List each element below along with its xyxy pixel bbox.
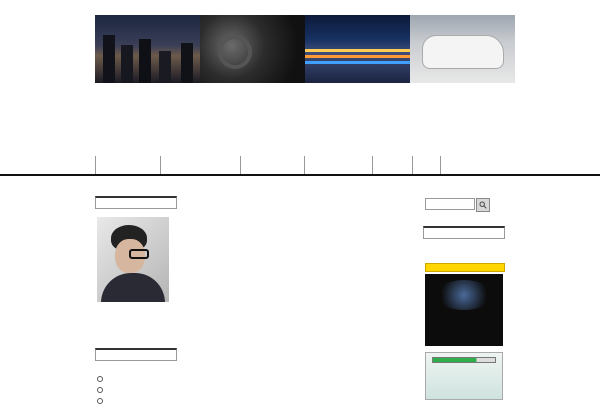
nav-item-5[interactable] bbox=[373, 156, 413, 174]
bullet-icon bbox=[97, 397, 103, 404]
category-widget-heading bbox=[95, 348, 177, 361]
site-title-line-1 bbox=[95, 96, 515, 116]
city-bridge-photo bbox=[305, 15, 410, 83]
list-item bbox=[97, 379, 182, 393]
car-interior-photo bbox=[200, 15, 305, 83]
main-content bbox=[183, 212, 423, 400]
white-car-photo bbox=[410, 15, 515, 83]
progress-bar bbox=[432, 357, 496, 363]
profile-name bbox=[97, 306, 137, 314]
header-photo-strip bbox=[95, 15, 515, 83]
search-button[interactable] bbox=[476, 198, 490, 212]
profile-description-link[interactable] bbox=[97, 320, 179, 338]
site-title-line-2 bbox=[95, 120, 515, 140]
list-item bbox=[97, 390, 182, 404]
info-banner[interactable] bbox=[425, 274, 503, 346]
profile-widget-heading bbox=[95, 196, 177, 209]
nav-item-3[interactable] bbox=[241, 156, 305, 174]
nav-item-6[interactable] bbox=[413, 156, 441, 174]
top-link[interactable] bbox=[480, 2, 508, 10]
nav-item-2[interactable] bbox=[161, 156, 241, 174]
nav-item-4[interactable] bbox=[305, 156, 373, 174]
main-nav bbox=[95, 156, 515, 174]
category-list bbox=[97, 368, 182, 404]
promo-banner-link[interactable] bbox=[425, 263, 505, 272]
search-input[interactable] bbox=[425, 198, 475, 210]
search-icon bbox=[479, 201, 487, 209]
site-title bbox=[95, 96, 515, 140]
right-widget-heading bbox=[423, 226, 505, 239]
profile-photo bbox=[97, 217, 169, 302]
nav-divider bbox=[0, 174, 600, 176]
banner-glow bbox=[435, 280, 493, 310]
download-banner[interactable] bbox=[425, 352, 503, 400]
list-item bbox=[97, 368, 182, 382]
promo-text bbox=[425, 254, 505, 262]
nav-item-1[interactable] bbox=[95, 156, 161, 174]
site-tagline bbox=[96, 138, 296, 146]
city-night-photo bbox=[95, 15, 200, 83]
